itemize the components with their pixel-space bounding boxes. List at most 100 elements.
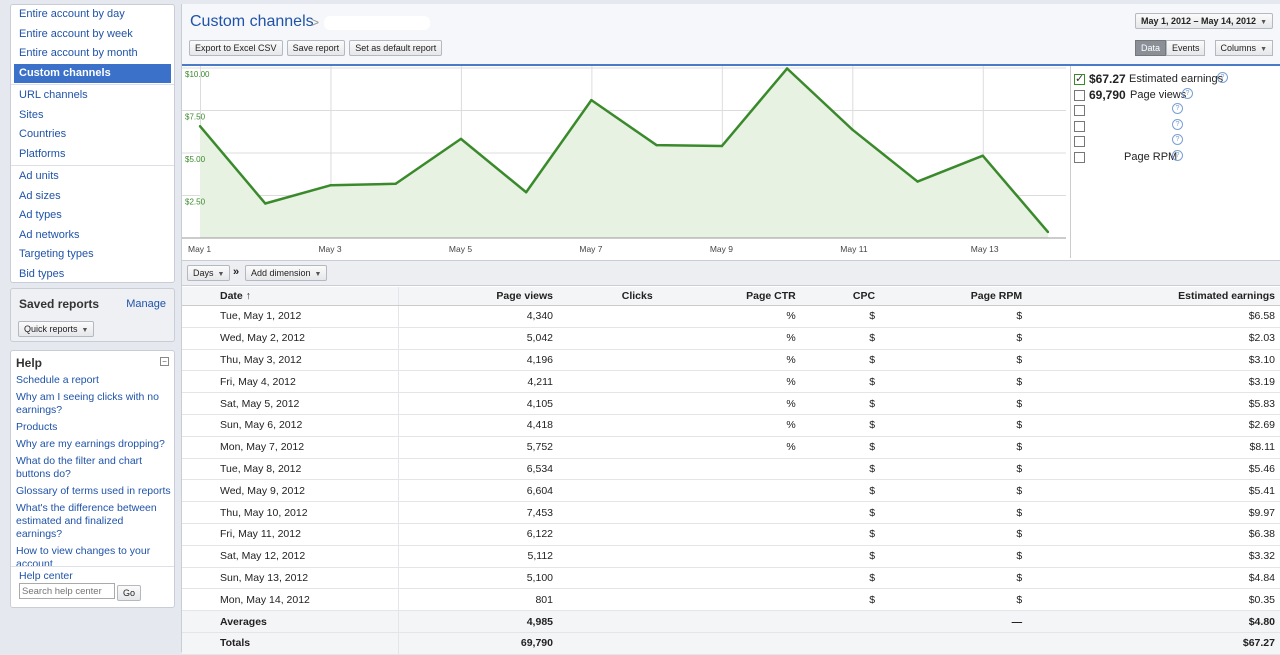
table-cell: % <box>658 436 802 459</box>
manage-link[interactable]: Manage <box>126 298 166 310</box>
table-cell <box>559 392 659 415</box>
nav-item-platforms[interactable]: Platforms <box>11 145 174 165</box>
nav-item-countries[interactable]: Countries <box>11 125 174 145</box>
nav-item-entire-account-by-month[interactable]: Entire account by month <box>11 44 174 64</box>
help-tooltip-icon[interactable]: ? <box>1172 149 1183 161</box>
table-cell: $5.46 <box>1028 458 1280 481</box>
table-cell <box>881 632 1029 655</box>
help-link[interactable]: Why are my earnings dropping? <box>16 438 171 451</box>
nav-item-ad-sizes[interactable]: Ad sizes <box>11 187 174 207</box>
nav-item-targeting-types[interactable]: Targeting types <box>11 245 174 265</box>
table-row: Totals 69,790 $67.27 <box>182 632 1280 655</box>
legend-item[interactable]: $67.27Estimated earnings? <box>1074 72 1274 86</box>
help-link[interactable]: Glossary of terms used in reports <box>16 485 171 498</box>
legend-checkbox[interactable] <box>1074 105 1085 116</box>
help-link[interactable]: Why am I seeing clicks with no earnings? <box>16 391 171 417</box>
table-cell: % <box>658 327 802 350</box>
column-header[interactable]: CPC <box>801 287 882 306</box>
table-cell: $8.11 <box>1028 436 1280 459</box>
table-cell <box>801 632 882 655</box>
help-tooltip-icon[interactable]: ? <box>1172 134 1183 145</box>
save-report-button[interactable]: Save report <box>286 40 346 56</box>
table-cell: $ <box>881 305 1029 328</box>
chart-y-tick-label: $10.00 <box>185 70 210 79</box>
table-cell: $ <box>801 501 882 524</box>
legend-item[interactable]: ? <box>1074 118 1274 133</box>
table-cell: % <box>658 414 802 437</box>
days-dropdown[interactable]: Days ▼ <box>187 265 231 281</box>
nav-item-sites[interactable]: Sites <box>11 106 174 126</box>
table-cell <box>658 588 802 612</box>
table-cell: 801 <box>398 588 559 612</box>
nav-item-entire-account-by-week[interactable]: Entire account by week <box>11 25 174 45</box>
chart-x-tick-label: May 13 <box>971 244 999 254</box>
table-row: Averages 4,985 — $4.80 <box>182 610 1280 633</box>
table-cell <box>801 610 882 633</box>
nav-item-entire-account-by-day[interactable]: Entire account by day <box>11 5 174 25</box>
help-link[interactable]: Products <box>16 421 171 434</box>
nav-item-ad-units[interactable]: Ad units <box>11 167 174 187</box>
nav-item-ad-types[interactable]: Ad types <box>11 206 174 226</box>
set-default-report-button[interactable]: Set as default report <box>349 40 443 56</box>
legend-checkbox[interactable] <box>1074 72 1085 85</box>
legend-item[interactable]: ? <box>1074 134 1274 148</box>
collapse-icon[interactable]: − <box>160 357 169 366</box>
redacted-metric <box>1088 103 1168 116</box>
help-search-input[interactable] <box>19 583 115 599</box>
legend-checkbox[interactable] <box>1074 151 1085 163</box>
legend-item[interactable]: ? <box>1074 103 1274 117</box>
table-cell <box>658 479 802 503</box>
nav-item-url-channels[interactable]: URL channels <box>11 86 174 106</box>
legend-item[interactable]: 69,790 Page views? <box>1074 87 1274 102</box>
table-cell: Tue, May 8, 2012 <box>182 458 399 481</box>
help-tooltip-icon[interactable]: ? <box>1172 118 1183 130</box>
table-cell: 4,418 <box>398 414 559 437</box>
legend-checkbox[interactable] <box>1074 89 1085 101</box>
help-tooltip-icon[interactable]: ? <box>1172 103 1183 114</box>
column-header[interactable]: Page RPM <box>881 287 1029 306</box>
chart-data-point <box>785 67 789 70</box>
column-header[interactable]: Date ↑ <box>182 287 399 306</box>
chart-data-point <box>720 144 724 148</box>
nav-item-bid-types[interactable]: Bid types <box>11 265 174 285</box>
add-dimension-button[interactable]: Add dimension ▼ <box>245 265 328 281</box>
chart-data-point <box>851 128 854 131</box>
export-csv-button[interactable]: Export to Excel CSV <box>189 40 283 56</box>
table-cell: 5,042 <box>398 327 559 350</box>
chart-y-tick-label: $7.50 <box>185 113 206 122</box>
column-header[interactable]: Page views <box>398 287 559 306</box>
help-center-link[interactable]: Help center <box>19 570 73 582</box>
columns-button[interactable]: Columns ▼ <box>1214 40 1273 56</box>
legend-checkbox[interactable] <box>1074 120 1085 132</box>
table-row: Tue, May 8, 2012 6,534 $ $ $5.46 <box>182 458 1280 481</box>
expand-arrow-icon[interactable]: » <box>233 266 239 278</box>
column-header[interactable]: Estimated earnings <box>1028 287 1280 306</box>
nav-item-ad-networks[interactable]: Ad networks <box>11 226 174 246</box>
table-cell: — <box>881 610 1029 633</box>
table-cell: $2.69 <box>1028 414 1280 437</box>
chart-data-point <box>981 154 984 157</box>
table-cell: $ <box>881 349 1029 372</box>
table-cell: $ <box>801 458 882 481</box>
go-button[interactable]: Go <box>117 585 142 601</box>
help-tooltip-icon[interactable]: ? <box>1217 72 1228 83</box>
quick-reports-button[interactable]: Quick reports ▼ <box>18 321 95 337</box>
table-cell: Wed, May 9, 2012 <box>182 479 399 503</box>
help-link[interactable]: What do the filter and chart buttons do? <box>16 455 171 481</box>
table-cell <box>559 305 659 328</box>
help-tooltip-icon[interactable]: ? <box>1182 87 1193 99</box>
table-cell <box>559 501 659 524</box>
table-cell: $ <box>801 479 882 503</box>
table-cell: Sat, May 12, 2012 <box>182 545 399 568</box>
legend-item[interactable]: Page RPM? <box>1074 149 1274 164</box>
date-range-picker[interactable]: May 1, 2012 – May 14, 2012 ▼ <box>1134 13 1273 29</box>
column-header[interactable]: Clicks <box>559 287 659 306</box>
data-view-button[interactable]: Data <box>1134 40 1166 56</box>
nav-item-custom-channels[interactable]: Custom channels <box>14 63 171 83</box>
help-link[interactable]: What's the difference between estimated … <box>16 502 171 541</box>
events-view-button[interactable]: Events <box>1165 40 1206 56</box>
help-link[interactable]: Schedule a report <box>16 374 171 387</box>
column-header[interactable]: Page CTR <box>658 287 802 306</box>
legend-checkbox[interactable] <box>1074 136 1085 147</box>
help-link[interactable]: How to view changes to your account <box>16 545 171 571</box>
